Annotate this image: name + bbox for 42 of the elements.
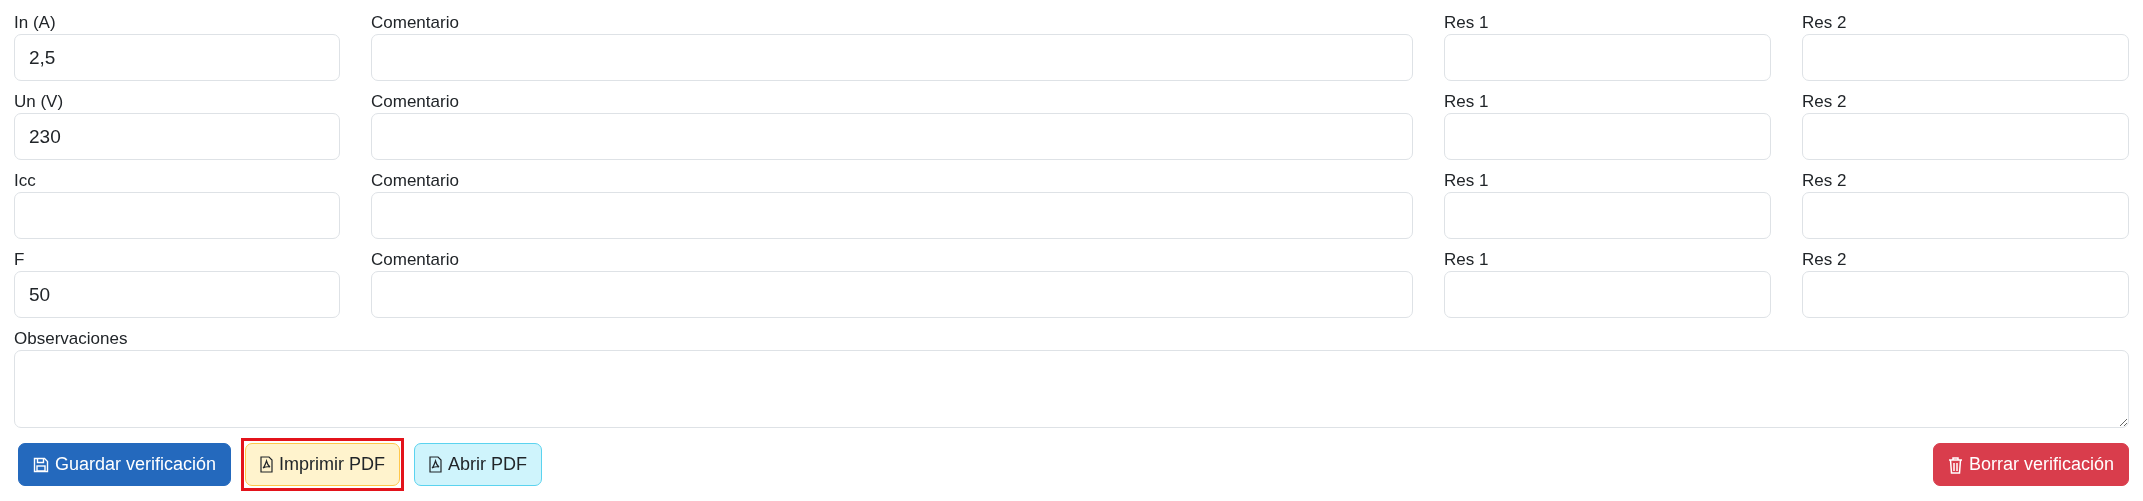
field-label: Un (V) (14, 91, 64, 113)
save-icon (33, 456, 49, 473)
field-label: Comentario (371, 170, 459, 192)
field-label: Res 2 (1802, 170, 1847, 192)
field-label: Res 1 (1444, 91, 1489, 113)
open-pdf-button[interactable]: Abrir PDF (414, 443, 543, 486)
field-label: Res 2 (1802, 12, 1847, 34)
input-field[interactable] (1444, 192, 1771, 239)
input-field[interactable]: 50 (14, 271, 340, 318)
input-field[interactable] (1444, 113, 1771, 160)
input-field[interactable]: 230 (14, 113, 340, 160)
input-field[interactable] (1802, 271, 2129, 318)
field-label: Comentario (371, 249, 459, 271)
pdf-file-icon (260, 456, 274, 473)
field-label: Observaciones (14, 328, 128, 350)
field-label: In (A) (14, 12, 56, 34)
delete-button[interactable]: Borrar verificación (1932, 443, 2129, 486)
pdf-file-icon (429, 456, 443, 473)
field-label: Res 2 (1802, 249, 1847, 271)
input-field[interactable] (1802, 113, 2129, 160)
field-label: Res 1 (1444, 249, 1489, 271)
field-label: Comentario (371, 91, 459, 113)
input-field[interactable] (1802, 192, 2129, 239)
input-field[interactable] (1444, 271, 1771, 318)
comment-field[interactable] (371, 34, 1413, 81)
input-field[interactable] (14, 192, 340, 239)
input-field[interactable] (1802, 34, 2129, 81)
field-label: F (14, 249, 25, 271)
trash-icon (1947, 455, 1963, 474)
comment-field[interactable] (371, 113, 1413, 160)
comment-field[interactable] (371, 192, 1413, 239)
print-pdf-button[interactable]: Imprimir PDF (245, 443, 401, 486)
field-label: Res 2 (1802, 91, 1847, 113)
input-field[interactable]: 2,5 (14, 34, 340, 81)
save-button[interactable]: Guardar verificación (18, 443, 232, 486)
field-label: Res 1 (1444, 12, 1489, 34)
observations-field[interactable] (14, 350, 2129, 428)
comment-field[interactable] (371, 271, 1413, 318)
field-label: Icc (14, 170, 36, 192)
field-label: Comentario (371, 12, 459, 34)
input-field[interactable] (1444, 34, 1771, 81)
field-label: Res 1 (1444, 170, 1489, 192)
